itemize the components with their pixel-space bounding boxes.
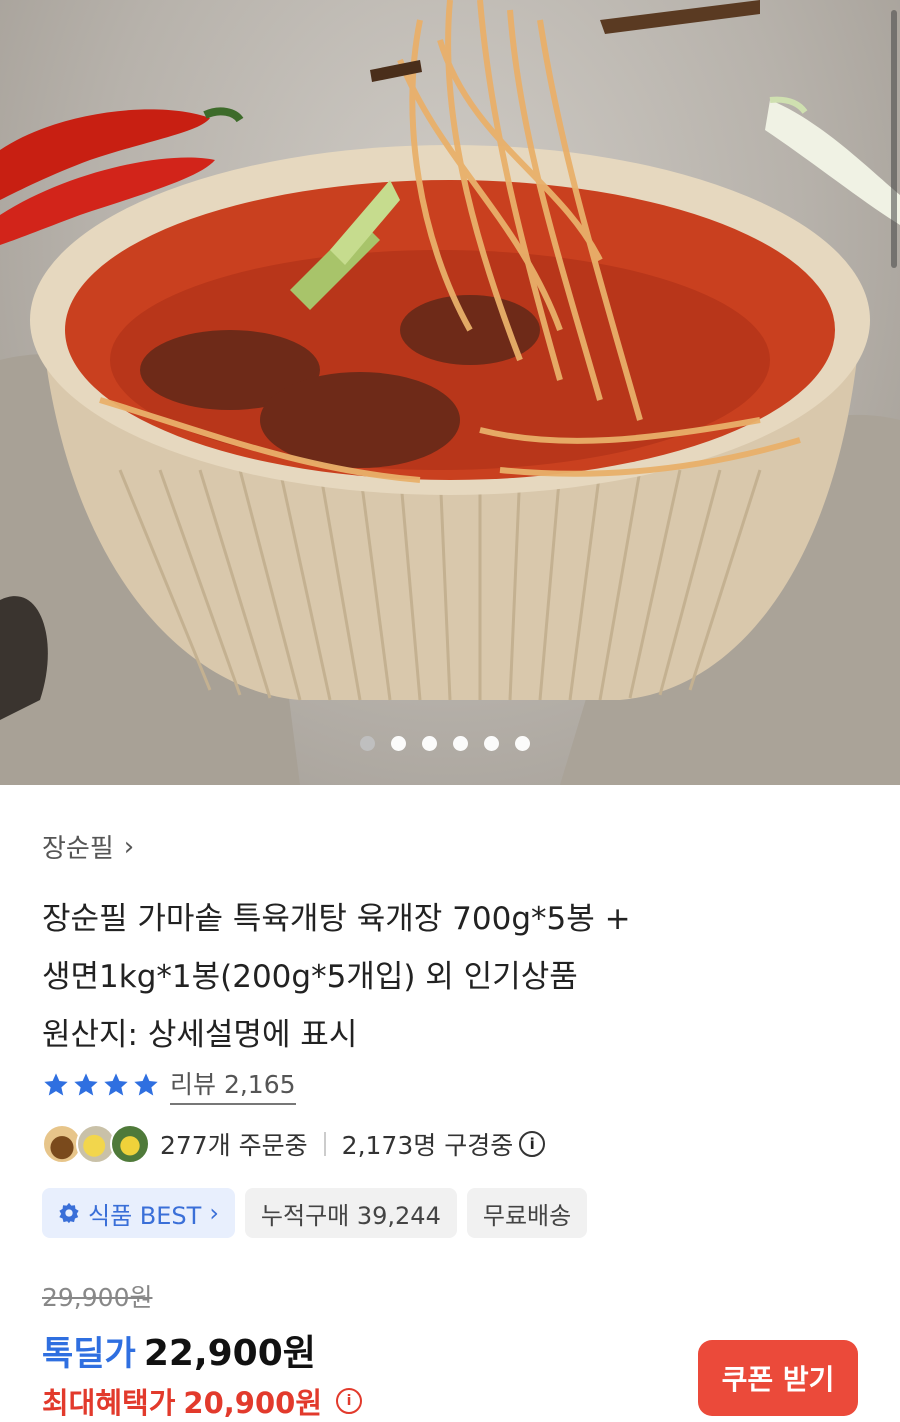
max-benefit-label: 최대혜택가 [42, 1386, 176, 1420]
info-icon[interactable]: i [519, 1131, 546, 1157]
category-best-badge[interactable]: 식품 BEST › [42, 1188, 235, 1238]
yukgaejang-bowl-illustration [0, 0, 900, 785]
buyer-avatars [42, 1124, 154, 1164]
social-proof-row: 277개 주문중 2,173명 구경중 i [42, 1124, 546, 1164]
star-icon [44, 1073, 68, 1096]
badge-seal-icon [59, 1202, 79, 1224]
free-shipping-badge: 무료배송 [466, 1188, 588, 1238]
star-rating [42, 1071, 160, 1099]
carousel-indicator [360, 736, 530, 751]
product-title: 장순필 가마솥 특육개탕 육개장 700g*5봉 + 생면1kg*1봉(200g… [42, 890, 862, 1064]
brand-name: 장순필 [42, 834, 114, 864]
cumulative-purchase-badge: 누적구매 39,244 [244, 1188, 457, 1238]
star-icon [104, 1073, 128, 1096]
deal-label: 톡딜가 [42, 1334, 136, 1374]
ordering-count: 277개 주문중 [160, 1131, 308, 1160]
carousel-dot[interactable] [515, 736, 530, 751]
star-icon [134, 1073, 158, 1096]
title-line: 원산지: 상세설명에 표시 [42, 1017, 358, 1053]
max-benefit-price: 20,900원 [183, 1386, 322, 1420]
chevron-right-icon: › [209, 1199, 219, 1227]
badge-row: 식품 BEST › 누적구매 39,244 무료배송 [42, 1188, 588, 1238]
carousel-dot[interactable] [360, 736, 375, 751]
avatar [110, 1124, 150, 1164]
deal-price: 22,900원 [143, 1333, 316, 1374]
info-icon[interactable]: i [336, 1388, 362, 1414]
original-price: 29,900원 [42, 1283, 153, 1312]
image-scrollbar[interactable] [891, 10, 897, 268]
title-line: 장순필 가마솥 특육개탕 육개장 700g*5봉 + [42, 901, 631, 937]
best-badge-label: 식품 BEST [88, 1201, 202, 1230]
title-line: 생면1kg*1봉(200g*5개입) 외 인기상품 [42, 959, 578, 995]
carousel-dot[interactable] [422, 736, 437, 751]
carousel-dot[interactable] [453, 736, 468, 751]
review-count-link[interactable]: 리뷰 2,165 [170, 1065, 296, 1105]
divider [323, 1132, 326, 1156]
rating-row: 리뷰 2,165 [42, 1065, 296, 1105]
carousel-dot[interactable] [391, 736, 406, 751]
chevron-right-icon: › [123, 831, 135, 862]
get-coupon-button[interactable]: 쿠폰 받기 [698, 1340, 858, 1416]
brand-link[interactable]: 장순필 › [42, 828, 134, 865]
carousel-dot[interactable] [484, 736, 499, 751]
product-image[interactable] [0, 0, 900, 785]
max-benefit-row: 최대혜택가 20,900원 i [42, 1380, 362, 1422]
browsing-count: 2,173명 구경중 [341, 1131, 514, 1160]
star-icon [74, 1073, 98, 1096]
deal-price-row: 톡딜가 22,900원 [42, 1324, 316, 1376]
